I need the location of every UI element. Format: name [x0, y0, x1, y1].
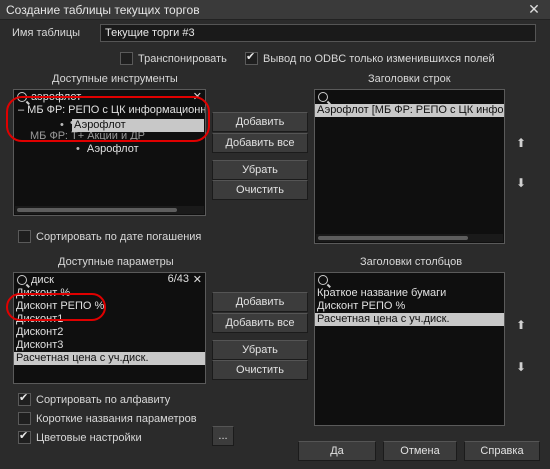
window-title: Создание таблицы текущих торгов	[6, 3, 200, 17]
add-instrument-button[interactable]: Добавить	[212, 112, 308, 132]
transpose-checkbox-box[interactable]	[120, 52, 133, 65]
color-settings-checkbox[interactable]: Цветовые настройки	[18, 429, 142, 444]
row-headers-title: Заголовки строк	[368, 73, 451, 85]
search-icon	[17, 275, 27, 285]
move-down-icon[interactable]: ⬇	[514, 360, 528, 374]
sort-alpha-label: Сортировать по алфавиту	[36, 393, 171, 406]
tree-leaf[interactable]: • Аэрофлот	[14, 143, 205, 156]
add-parameter-button[interactable]: Добавить	[212, 292, 308, 312]
parameters-search-input[interactable]: диск	[31, 274, 54, 286]
parameters-search[interactable]: диск 6/43 ✕	[14, 273, 205, 287]
column-header-item[interactable]: Краткое название бумаги	[315, 287, 504, 300]
add-all-parameters-button[interactable]: Добавить все	[212, 313, 308, 333]
available-instruments-title: Доступные инструменты	[52, 73, 178, 85]
remove-instrument-button[interactable]: Убрать	[212, 160, 308, 180]
tree-bullet-icon: •	[76, 143, 80, 155]
column-header-item[interactable]: Дисконт РЕПО %	[315, 300, 504, 313]
column-headers-search[interactable]	[315, 273, 504, 287]
add-all-instruments-button[interactable]: Добавить все	[212, 133, 308, 153]
sort-by-maturity-box[interactable]	[18, 230, 31, 243]
sort-by-maturity-label: Сортировать по дате погашения	[36, 230, 202, 243]
scrollbar-thumb[interactable]	[17, 208, 177, 212]
move-up-icon[interactable]: ⬆	[514, 136, 528, 150]
odbc-label: Вывод по ODBC только изменившихся полей	[263, 52, 495, 65]
move-up-icon[interactable]: ⬆	[514, 318, 528, 332]
table-name-input[interactable]: Текущие торги #3	[100, 24, 536, 42]
color-settings-box[interactable]	[18, 429, 31, 444]
transpose-checkbox[interactable]: Транспонировать	[120, 52, 227, 65]
annotation-ring	[6, 293, 106, 321]
available-parameters-title: Доступные параметры	[58, 256, 174, 268]
cancel-button[interactable]: Отмена	[383, 441, 457, 461]
available-parameters-panel[interactable]: диск 6/43 ✕ Дисконт % Дисконт РЕПО % Дис…	[13, 272, 206, 384]
table-name-label: Имя таблицы	[12, 27, 81, 39]
tree-leaf-label: Аэрофлот	[86, 143, 139, 155]
color-settings-more-button[interactable]: ...	[212, 426, 234, 446]
search-icon	[318, 275, 328, 285]
odbc-checkbox-box[interactable]	[245, 50, 258, 65]
short-names-box[interactable]	[18, 412, 31, 425]
clear-instruments-button[interactable]: Очистить	[212, 180, 308, 200]
clear-search-icon[interactable]: ✕	[193, 273, 202, 286]
parameter-item[interactable]: Дисконт3	[14, 339, 205, 352]
parameters-count: 6/43	[167, 273, 189, 285]
sort-alpha-box[interactable]	[18, 391, 31, 406]
annotation-ring	[6, 96, 210, 142]
clear-parameters-button[interactable]: Очистить	[212, 360, 308, 380]
scrollbar-thumb[interactable]	[318, 236, 468, 240]
row-header-item[interactable]: Аэрофлот [МБ ФР: РЕПО с ЦК информа	[315, 104, 504, 117]
short-names-checkbox[interactable]: Короткие названия параметров	[18, 412, 197, 425]
sort-alpha-checkbox[interactable]: Сортировать по алфавиту	[18, 391, 171, 406]
horizontal-scrollbar[interactable]	[316, 234, 503, 242]
column-headers-panel[interactable]: Краткое название бумаги Дисконт РЕПО % Р…	[314, 272, 505, 426]
close-icon[interactable]: ✕	[526, 1, 542, 17]
transpose-label: Транспонировать	[138, 52, 227, 65]
parameter-item-selected[interactable]: Расчетная цена с уч.диск.	[14, 352, 205, 365]
horizontal-scrollbar[interactable]	[15, 206, 204, 214]
row-headers-panel[interactable]: Аэрофлот [МБ ФР: РЕПО с ЦК информа	[314, 89, 505, 244]
column-header-item-selected[interactable]: Расчетная цена с уч.диск.	[315, 313, 504, 326]
odbc-checkbox[interactable]: Вывод по ODBC только изменившихся полей	[245, 50, 495, 65]
color-settings-label: Цветовые настройки	[36, 431, 142, 444]
ok-button[interactable]: Да	[298, 441, 376, 461]
title-bar: Создание таблицы текущих торгов ✕	[0, 0, 550, 20]
help-button[interactable]: Справка	[464, 441, 540, 461]
search-icon	[318, 92, 328, 102]
sort-by-maturity-checkbox[interactable]: Сортировать по дате погашения	[18, 230, 201, 243]
row-headers-search[interactable]	[315, 90, 504, 104]
remove-parameter-button[interactable]: Убрать	[212, 340, 308, 360]
parameter-item[interactable]: Дисконт2	[14, 326, 205, 339]
move-down-icon[interactable]: ⬇	[514, 176, 528, 190]
short-names-label: Короткие названия параметров	[36, 412, 197, 425]
column-headers-title: Заголовки столбцов	[360, 256, 463, 268]
